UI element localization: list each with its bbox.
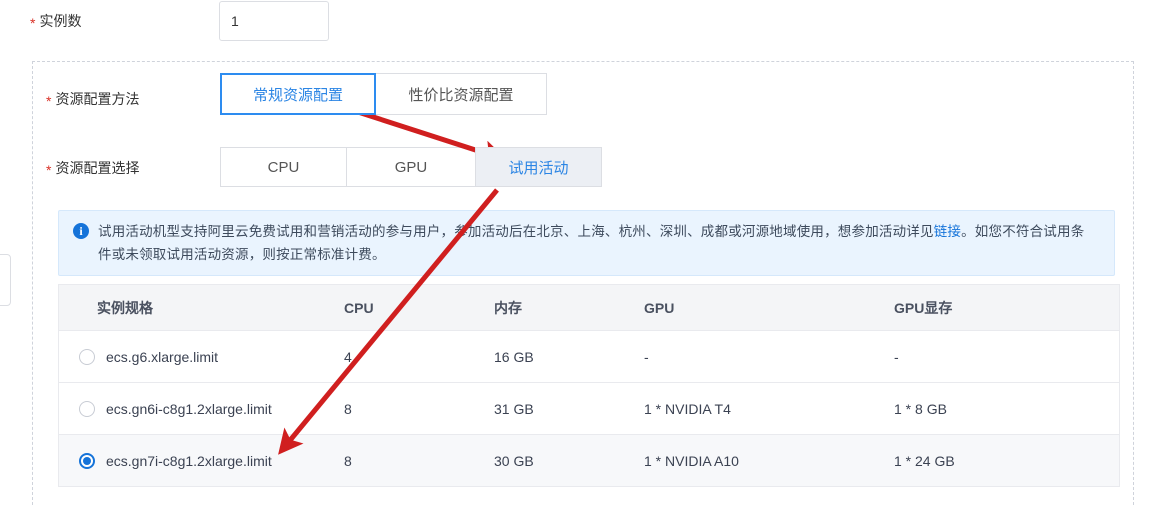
info-circle-icon: i — [73, 223, 89, 239]
resource-config-method-label: * 资源配置方法 — [46, 89, 139, 109]
info-banner-text-main: 试用活动机型支持阿里云免费试用和营销活动的参与用户，参加活动后在北京、上海、杭州… — [98, 224, 934, 239]
required-marker-icon: * — [30, 15, 36, 31]
tab-cpu[interactable]: CPU — [220, 147, 347, 187]
gpu-memory-cell: 1 * 8 GB — [894, 400, 947, 417]
column-header-memory: 内存 — [494, 299, 522, 316]
column-header-cpu: CPU — [344, 299, 374, 316]
instance-count-input[interactable] — [219, 1, 329, 41]
trial-activity-info-banner: i 试用活动机型支持阿里云免费试用和营销活动的参与用户，参加活动后在北京、上海、… — [58, 210, 1115, 276]
column-header-gpu-memory: GPU显存 — [894, 299, 953, 316]
table-row[interactable]: ecs.g6.xlarge.limit 4 16 GB - - — [59, 331, 1119, 383]
gpu-memory-cell: 1 * 24 GB — [894, 452, 955, 469]
gpu-cell: - — [644, 348, 649, 365]
memory-cell: 31 GB — [494, 400, 534, 417]
gpu-cell: 1 * NVIDIA T4 — [644, 400, 731, 417]
table-header-row: 实例规格 CPU 内存 GPU GPU显存 — [59, 285, 1119, 331]
radio-button-selected[interactable] — [79, 452, 95, 469]
gpu-memory-cell: - — [894, 348, 899, 365]
instance-spec-table: 实例规格 CPU 内存 GPU GPU显存 ecs.g6.xlarge.limi… — [58, 284, 1120, 487]
instance-count-row: * 实例数 — [0, 0, 1174, 46]
radio-button[interactable] — [79, 348, 95, 365]
required-marker-icon: * — [46, 93, 52, 109]
spec-cell: ecs.gn6i-c8g1.2xlarge.limit — [79, 400, 344, 417]
tab-gpu[interactable]: GPU — [346, 147, 476, 187]
resource-config-selection-label: * 资源配置选择 — [46, 158, 139, 178]
info-banner-link[interactable]: 链接 — [934, 224, 961, 239]
gpu-cell: 1 * NVIDIA A10 — [644, 452, 739, 469]
spec-cell: ecs.g6.xlarge.limit — [79, 348, 344, 365]
table-row[interactable]: ecs.gn6i-c8g1.2xlarge.limit 8 31 GB 1 * … — [59, 383, 1119, 435]
resource-config-selection-tabs: CPU GPU 试用活动 — [220, 147, 602, 187]
column-header-gpu: GPU — [644, 299, 675, 316]
memory-cell: 30 GB — [494, 452, 534, 469]
instance-count-label: * 实例数 — [30, 11, 81, 31]
required-marker-icon: * — [46, 162, 52, 178]
resource-config-method-label-text: 资源配置方法 — [55, 91, 140, 107]
spec-cell: ecs.gn7i-c8g1.2xlarge.limit — [79, 452, 344, 469]
spec-name: ecs.g6.xlarge.limit — [106, 348, 219, 365]
table-row-selected[interactable]: ecs.gn7i-c8g1.2xlarge.limit 8 30 GB 1 * … — [59, 435, 1119, 487]
clipped-edge-control — [0, 254, 11, 306]
memory-cell: 16 GB — [494, 348, 534, 365]
tab-cost-performance-resource-config[interactable]: 性价比资源配置 — [375, 73, 547, 115]
radio-button[interactable] — [79, 400, 95, 417]
column-header-spec: 实例规格 — [97, 299, 153, 316]
spec-name: ecs.gn7i-c8g1.2xlarge.limit — [106, 452, 272, 469]
resource-config-panel: * 资源配置方法 常规资源配置 性价比资源配置 * 资源配置选择 CPU GPU… — [32, 61, 1134, 505]
tab-trial-activity[interactable]: 试用活动 — [475, 147, 602, 187]
spec-name: ecs.gn6i-c8g1.2xlarge.limit — [106, 400, 272, 417]
tab-regular-resource-config[interactable]: 常规资源配置 — [220, 73, 376, 115]
cpu-cell: 8 — [344, 400, 352, 417]
info-banner-text: 试用活动机型支持阿里云免费试用和营销活动的参与用户，参加活动后在北京、上海、杭州… — [98, 220, 1098, 266]
cpu-cell: 4 — [344, 348, 352, 365]
cpu-cell: 8 — [344, 452, 352, 469]
instance-count-label-text: 实例数 — [39, 13, 82, 29]
resource-config-method-tabs: 常规资源配置 性价比资源配置 — [220, 73, 547, 115]
resource-config-selection-label-text: 资源配置选择 — [55, 160, 140, 176]
